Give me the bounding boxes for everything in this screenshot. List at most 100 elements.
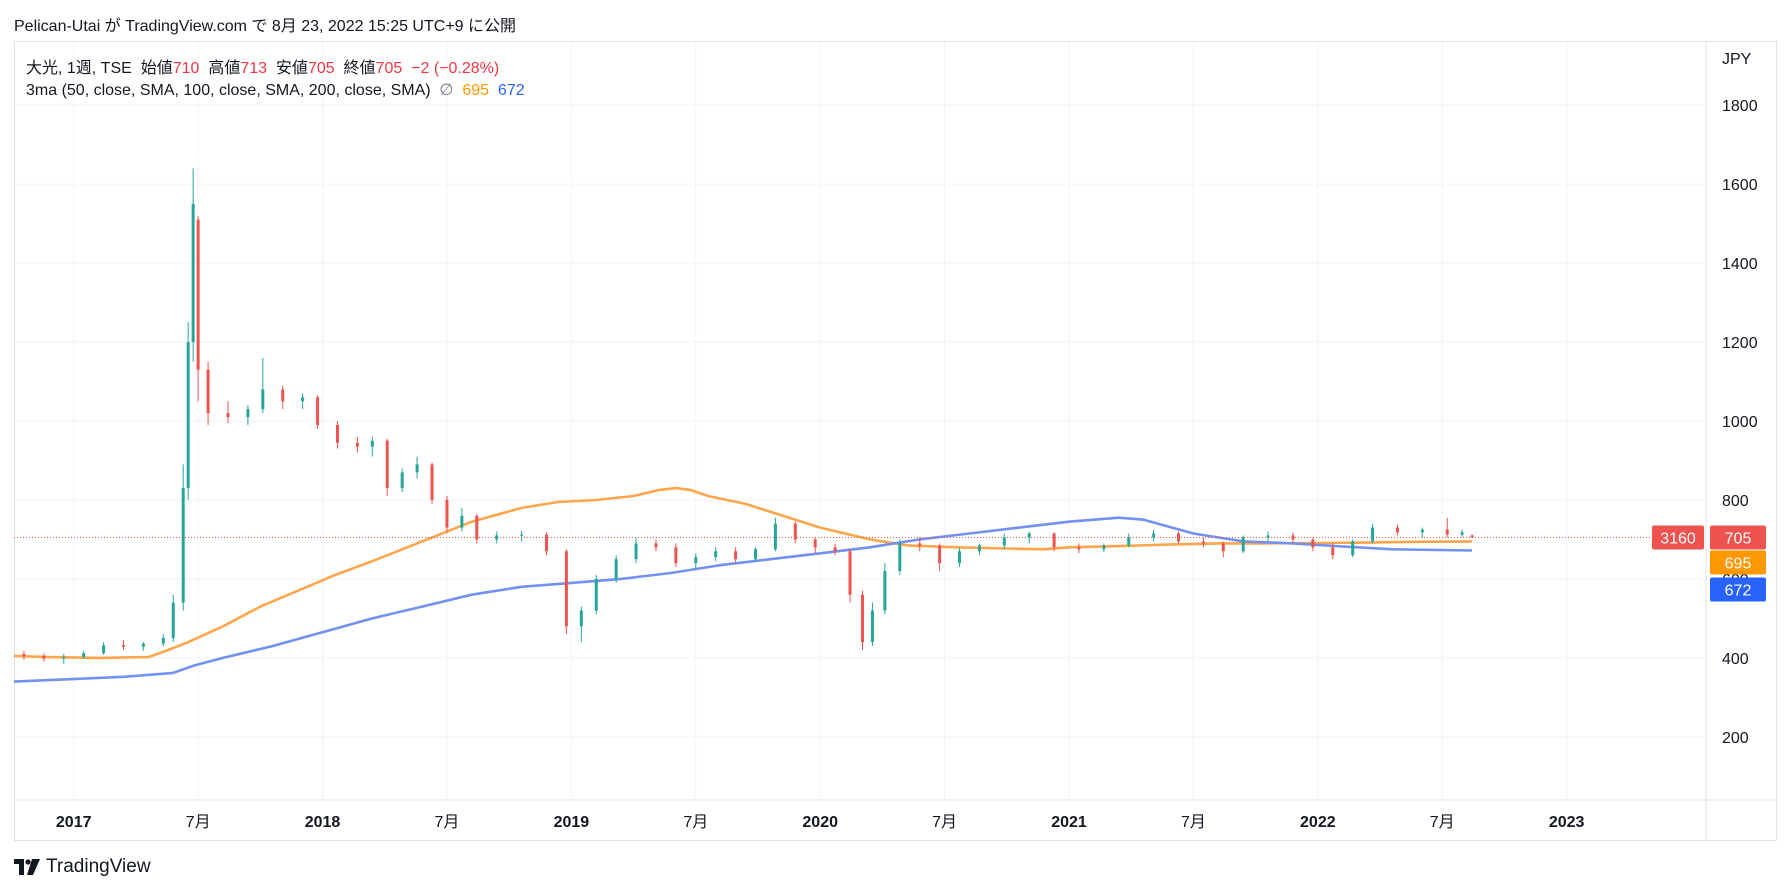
low-label: 安値 xyxy=(275,60,308,77)
candle-body xyxy=(415,464,419,473)
candle-body xyxy=(335,424,339,443)
candle-body xyxy=(186,342,190,489)
x-tick-label: 2017 xyxy=(56,814,92,831)
candle xyxy=(773,517,777,552)
y-tick-label: 1400 xyxy=(1722,256,1758,273)
candle-body xyxy=(773,523,777,550)
candle-body xyxy=(1395,527,1399,533)
candle xyxy=(1221,541,1225,558)
ma-line-100 xyxy=(13,516,1473,683)
candle-body xyxy=(564,551,568,627)
indicator-legend[interactable]: 3ma (50, close, SMA, 100, close, SMA, 20… xyxy=(26,80,525,100)
candle-body xyxy=(938,545,942,564)
price-badge: 705 xyxy=(1710,525,1766,550)
candle-body xyxy=(196,219,200,370)
candle-body xyxy=(594,578,598,611)
y-tick-label: 800 xyxy=(1722,493,1749,510)
candle-body xyxy=(1266,535,1270,538)
candle xyxy=(415,456,419,479)
y-tick-label: 1600 xyxy=(1722,177,1758,194)
candle-body xyxy=(1176,533,1180,542)
candle xyxy=(335,421,339,449)
candle-body xyxy=(1201,541,1205,544)
candle-body xyxy=(848,551,852,595)
candle xyxy=(226,401,230,423)
candle-body xyxy=(674,547,678,564)
candle xyxy=(674,543,678,568)
candle xyxy=(316,395,320,429)
candle xyxy=(1176,531,1180,544)
candle-body xyxy=(281,389,285,402)
ma-line-50 xyxy=(13,486,1473,660)
candle-body xyxy=(191,203,195,343)
candle xyxy=(460,507,464,532)
candle-body xyxy=(694,557,698,564)
ma2-value: 672 xyxy=(497,82,525,99)
moving-average-lines xyxy=(13,486,1473,683)
candle-body xyxy=(634,543,638,560)
close-value: 705 xyxy=(375,60,403,77)
candle xyxy=(1002,533,1006,550)
candle-body xyxy=(1331,547,1335,556)
candle-body xyxy=(898,543,902,572)
ma1-value: 695 xyxy=(462,82,490,99)
candle xyxy=(1351,539,1355,558)
candle xyxy=(261,357,265,414)
candle xyxy=(400,468,404,493)
x-tick-label: 7月 xyxy=(1430,814,1455,831)
candle xyxy=(694,553,698,570)
candle-body xyxy=(370,440,374,447)
candle-body xyxy=(1311,539,1315,548)
x-tick-label: 2018 xyxy=(305,814,341,831)
candle-body xyxy=(475,515,479,540)
candle-body xyxy=(1445,529,1449,535)
candle xyxy=(191,168,195,362)
candle-body xyxy=(753,549,757,560)
candle-body xyxy=(870,610,874,643)
symbol-legend[interactable]: 大光, 1週, TSE 始値710 高値713 安値705 終値705 −2 (… xyxy=(26,54,499,78)
y-tick-label: 1000 xyxy=(1722,414,1758,431)
price-chart[interactable]: 20040060080010001200140016001800 20177月2… xyxy=(0,0,1791,894)
candle-body xyxy=(918,543,922,546)
candle-body xyxy=(977,545,981,552)
candle xyxy=(475,513,479,544)
indicator-name: 3ma (50, close, SMA, 100, close, SMA, 20… xyxy=(26,82,431,99)
candle-body xyxy=(82,653,86,658)
tradingview-logo[interactable]: TradingView xyxy=(14,856,151,878)
candle xyxy=(813,537,817,554)
candle-body xyxy=(1152,533,1156,538)
candle xyxy=(301,393,305,410)
candle-body xyxy=(1351,541,1355,556)
candle-body xyxy=(793,523,797,540)
candle xyxy=(1470,534,1474,538)
x-tick-label: 2019 xyxy=(554,814,590,831)
candle xyxy=(22,650,26,660)
candle-body xyxy=(714,551,718,558)
candle xyxy=(186,322,190,500)
candle xyxy=(938,543,942,572)
brand-name: TradingView xyxy=(46,856,151,877)
currency-label: JPY xyxy=(1722,51,1752,68)
x-tick-label: 2022 xyxy=(1300,814,1336,831)
candle-body xyxy=(1241,537,1245,552)
candle xyxy=(614,555,618,583)
price-badges: 3160 705 695 672 xyxy=(1652,525,1766,602)
x-tick-label: 7月 xyxy=(186,814,211,831)
x-tick-label: 2023 xyxy=(1549,814,1585,831)
candle xyxy=(102,642,106,655)
candle-body xyxy=(1221,543,1225,552)
candle xyxy=(445,496,449,534)
candle xyxy=(42,653,46,662)
candle xyxy=(1445,517,1449,538)
candle xyxy=(1127,533,1131,548)
open-value: 710 xyxy=(172,60,200,77)
candle-body xyxy=(544,534,548,552)
candle xyxy=(1266,531,1270,542)
candle-body xyxy=(206,369,210,414)
candle-body xyxy=(181,488,185,603)
candle-body xyxy=(958,551,962,564)
ma2-badge-text: 672 xyxy=(1725,582,1752,599)
candle xyxy=(62,653,66,664)
candle-body xyxy=(1077,547,1081,550)
price-badge-text: 705 xyxy=(1725,530,1752,547)
